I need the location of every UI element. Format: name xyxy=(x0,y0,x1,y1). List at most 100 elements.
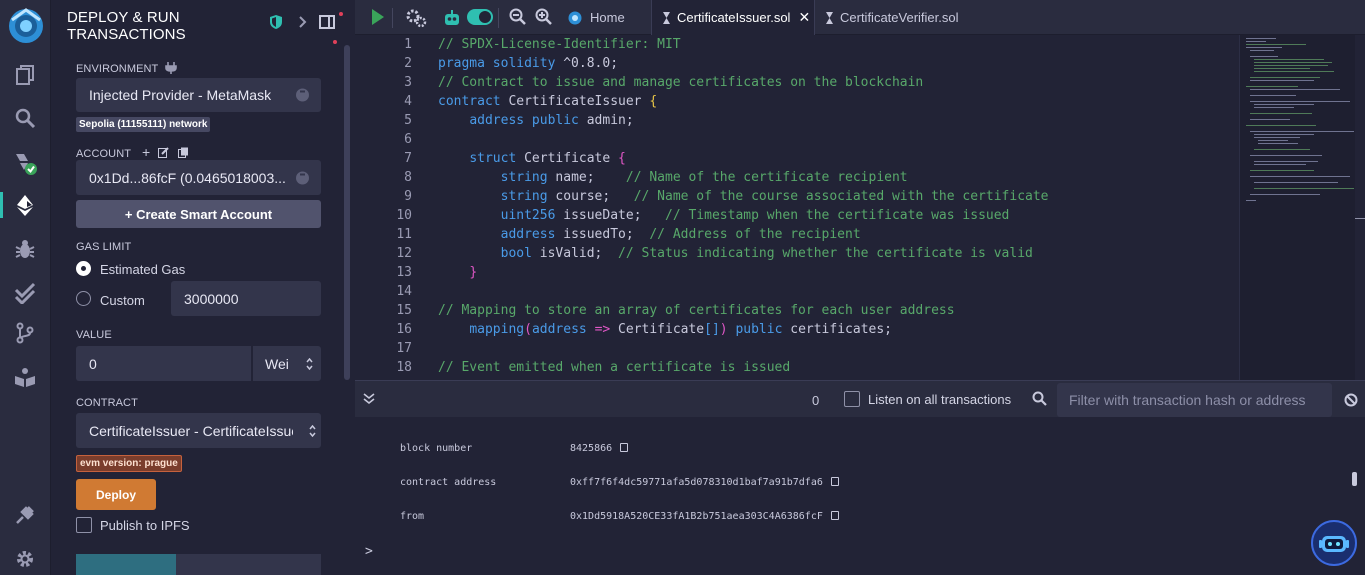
tab-certificate-verifier[interactable]: CertificateVerifier.sol xyxy=(825,0,959,35)
clipped-row xyxy=(400,417,960,419)
create-smart-account-button[interactable]: + Create Smart Account xyxy=(76,200,321,228)
value-label: VALUE xyxy=(76,329,112,341)
unit-updown-icon xyxy=(306,358,313,370)
line-number: 9 xyxy=(404,189,412,204)
code-line: bool isValid; // Status indicating wheth… xyxy=(500,246,1033,261)
plugin-manager-icon[interactable] xyxy=(12,502,38,528)
tab-home[interactable]: Home xyxy=(565,0,637,35)
publish-ipfs-label: Publish to IPFS xyxy=(100,518,190,533)
tx-value: 0xff7f6f4dc59771afa5d078310d1baf7a91b7df… xyxy=(570,477,823,488)
line-number: 7 xyxy=(404,151,412,166)
contract-select[interactable]: CertificateIssuer - CertificateIssuer.so… xyxy=(76,413,321,448)
code-line: uint256 issueDate; // Timestamp when the… xyxy=(500,208,1010,223)
remix-ide: DEPLOY & RUN TRANSACTIONS ENVIRONMENT In… xyxy=(0,0,1365,575)
chevron-right-icon[interactable] xyxy=(298,14,308,30)
tab-other-label: CertificateVerifier.sol xyxy=(840,10,959,25)
terminal-toolbar: 0 Listen on all transactions Filter with… xyxy=(355,380,1365,417)
code-line: address public admin; xyxy=(469,113,634,128)
collapse-terminal-icon[interactable] xyxy=(363,393,375,405)
line-number: 8 xyxy=(404,170,412,185)
search-icon[interactable] xyxy=(12,105,38,131)
terminal-output[interactable]: block number 8425866 contract address 0x… xyxy=(355,417,1365,575)
notification-dot xyxy=(339,12,343,16)
add-account-icon[interactable]: + xyxy=(142,144,150,160)
line-number: 13 xyxy=(396,265,412,280)
code-line: // Event emitted when a certificate is i… xyxy=(438,360,791,375)
editor-scrollbar[interactable] xyxy=(1355,35,1365,380)
test-check-icon[interactable] xyxy=(12,280,38,306)
git-icon[interactable] xyxy=(12,320,38,346)
deploy-button[interactable]: Deploy xyxy=(76,479,156,510)
gas-limit-value: 3000000 xyxy=(184,290,239,307)
copy-icon[interactable] xyxy=(830,477,839,486)
environment-select[interactable]: Injected Provider - MetaMask xyxy=(76,78,321,112)
panel-layout-icon[interactable] xyxy=(319,14,335,30)
compile-settings-icon[interactable] xyxy=(405,8,427,28)
edit-icon[interactable] xyxy=(158,147,170,158)
terminal-prompt[interactable]: > xyxy=(365,544,373,559)
panel-scrollbar[interactable] xyxy=(344,45,350,380)
ai-assistant-bot-icon[interactable] xyxy=(1311,520,1357,566)
editor-minimap[interactable] xyxy=(1239,35,1355,380)
remix-home-icon xyxy=(568,11,582,24)
evm-version-badge: evm version: prague xyxy=(76,455,182,472)
settings-gear-icon[interactable] xyxy=(12,546,38,572)
deploy-run-panel: DEPLOY & RUN TRANSACTIONS ENVIRONMENT In… xyxy=(51,0,355,575)
line-number: 5 xyxy=(404,113,412,128)
tab-certificate-issuer[interactable]: CertificateIssuer.sol ✕ xyxy=(651,0,815,35)
file-explorer-icon[interactable] xyxy=(12,62,38,88)
environment-value: Injected Provider - MetaMask xyxy=(89,87,272,103)
estimated-gas-label: Estimated Gas xyxy=(100,262,186,277)
line-number: 14 xyxy=(396,284,412,299)
copy-icon[interactable] xyxy=(620,443,629,452)
copy-icon[interactable] xyxy=(830,511,839,520)
run-play-icon[interactable] xyxy=(371,8,385,26)
code-line: struct Certificate { xyxy=(469,151,626,166)
code-line: mapping(address => Certificate[]) public… xyxy=(469,322,892,337)
value-input[interactable]: 0 xyxy=(76,346,251,381)
zoom-out-icon[interactable] xyxy=(509,8,526,25)
code-line: address issuedTo; // Address of the reci… xyxy=(500,227,861,242)
solidity-compiler-icon[interactable] xyxy=(12,150,38,176)
custom-gas-label: Custom xyxy=(100,293,145,308)
publish-ipfs-checkbox[interactable] xyxy=(76,517,92,533)
debugger-icon[interactable] xyxy=(12,236,38,262)
filter-placeholder: Filter with transaction hash or address xyxy=(1069,392,1306,408)
line-number: 4 xyxy=(404,94,412,109)
line-number: 17 xyxy=(396,341,412,356)
listen-all-checkbox[interactable] xyxy=(844,391,860,407)
at-address-bar[interactable] xyxy=(76,554,321,575)
deploy-run-icon[interactable] xyxy=(0,192,51,218)
remix-logo-icon[interactable] xyxy=(6,6,46,46)
code-editor[interactable]: 1 2 3 4 5 6 7 8 9 10 11 12 13 14 15 16 1… xyxy=(355,35,1235,380)
line-number: 2 xyxy=(404,56,412,71)
line-number: 6 xyxy=(404,132,412,147)
code-lines[interactable]: // SPDX-License-Identifier: MIT pragma s… xyxy=(438,35,1049,377)
account-select[interactable]: 0x1Dd...86fcF (0.0465018003... xyxy=(76,160,321,195)
transaction-filter-input[interactable]: Filter with transaction hash or address xyxy=(1057,383,1332,417)
clear-terminal-icon[interactable] xyxy=(1344,393,1358,407)
search-icon[interactable] xyxy=(1032,391,1047,406)
close-tab-icon[interactable]: ✕ xyxy=(798,9,810,26)
value-unit-select[interactable]: Wei xyxy=(252,346,321,381)
copy-icon[interactable] xyxy=(177,147,189,158)
code-line: // SPDX-License-Identifier: MIT xyxy=(438,37,681,52)
ai-toggle[interactable] xyxy=(467,9,493,25)
ai-robot-icon[interactable] xyxy=(443,8,461,28)
terminal-scrollbar[interactable] xyxy=(1352,472,1357,486)
line-number: 11 xyxy=(396,227,412,242)
estimated-gas-radio[interactable] xyxy=(76,261,91,276)
gas-limit-input[interactable]: 3000000 xyxy=(171,281,321,316)
zoom-in-icon[interactable] xyxy=(535,8,552,25)
notification-dot xyxy=(333,40,337,44)
account-label: ACCOUNT + xyxy=(76,144,189,160)
learneth-book-icon[interactable] xyxy=(12,364,38,390)
account-value: 0x1Dd...86fcF (0.0465018003... xyxy=(89,169,286,186)
editor-tab-bar: Home CertificateIssuer.sol ✕ Certificate… xyxy=(355,0,1365,35)
shield-icon[interactable] xyxy=(269,14,283,30)
custom-gas-radio[interactable] xyxy=(76,291,91,306)
listen-all-label: Listen on all transactions xyxy=(868,392,1012,407)
divider xyxy=(498,8,499,28)
